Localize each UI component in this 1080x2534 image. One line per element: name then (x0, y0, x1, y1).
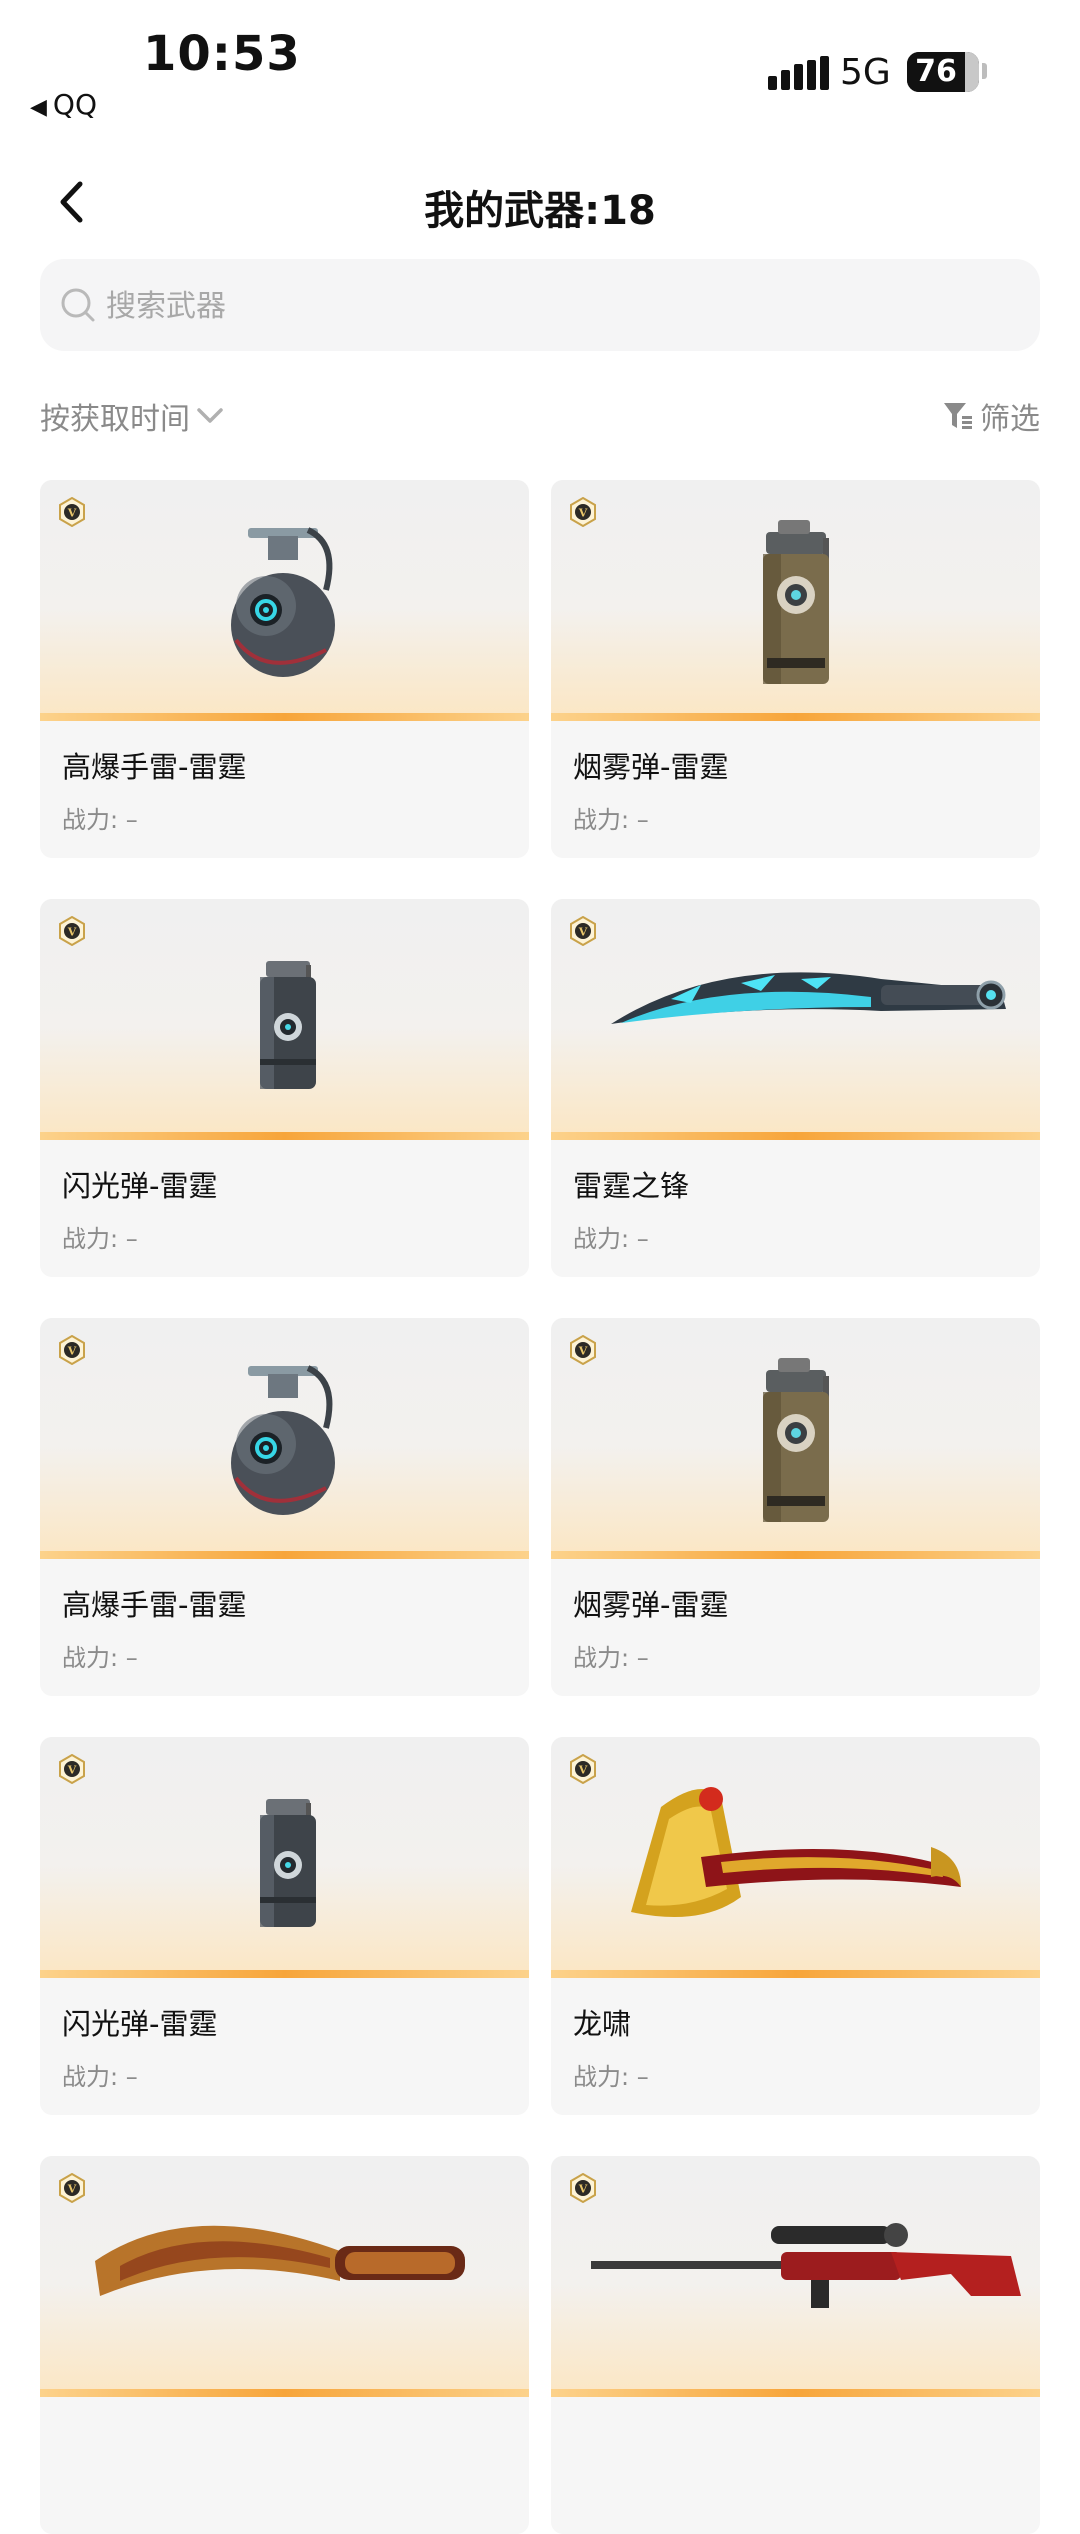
weapon-name: 龙啸 (573, 2007, 632, 2041)
flashbang-icon (260, 961, 316, 1089)
v-badge-icon: V (570, 916, 596, 946)
weapon-card[interactable]: V 龙啸战力: – (551, 1737, 1040, 2115)
svg-text:V: V (578, 507, 588, 520)
search-bar[interactable] (40, 259, 1040, 351)
smoke-grenade-icon (763, 1358, 829, 1522)
rarity-bar (40, 713, 529, 721)
weapon-power: 战力: – (573, 1225, 649, 1253)
svg-text:V: V (67, 926, 77, 939)
weapon-power: 战力: – (573, 2063, 649, 2091)
back-to-app-link[interactable]: ◀ QQ (30, 88, 97, 121)
svg-text:V: V (578, 1345, 588, 1358)
weapon-card[interactable]: V 闪光弹-雷霆战力: – (40, 1737, 529, 2115)
rarity-bar (551, 1970, 1040, 1978)
weapon-image-area: V (551, 1737, 1040, 1970)
weapon-image-area: V (40, 899, 529, 1132)
v-badge-icon: V (59, 1754, 85, 1784)
back-app-label: QQ (52, 88, 97, 121)
weapon-card[interactable]: V 烟雾弹-雷霆战力: – (551, 1318, 1040, 1696)
search-icon (61, 288, 95, 322)
weapon-card[interactable]: V 高爆手雷-雷霆战力: – (40, 1318, 529, 1696)
weapon-image-area: V (551, 899, 1040, 1132)
sort-label: 按获取时间 (40, 402, 190, 437)
weapon-image-area: V (40, 1737, 529, 1970)
weapon-card[interactable]: V 烟雾弹-雷霆战力: – (551, 480, 1040, 858)
svg-text:V: V (578, 2183, 588, 2196)
rarity-bar (40, 1132, 529, 1140)
weapon-card[interactable]: V (40, 2156, 529, 2534)
weapon-name: 高爆手雷-雷霆 (62, 750, 247, 784)
weapon-image-area: V (551, 480, 1040, 713)
weapon-power: 战力: – (62, 1644, 138, 1672)
search-input[interactable] (104, 275, 1008, 337)
rarity-bar (551, 713, 1040, 721)
v-badge-icon: V (59, 2173, 85, 2203)
weapon-card[interactable]: V 高爆手雷-雷霆战力: – (40, 480, 529, 858)
kukri-knife-icon (95, 2225, 465, 2296)
v-badge-icon: V (59, 916, 85, 946)
weapon-name: 闪光弹-雷霆 (62, 2007, 218, 2041)
svg-text:V: V (67, 507, 77, 520)
grenade-icon (231, 527, 335, 677)
weapon-image-area: V (40, 2156, 529, 2389)
v-badge-icon: V (59, 1335, 85, 1365)
weapon-card[interactable]: V (551, 2156, 1040, 2534)
v-badge-icon: V (570, 497, 596, 527)
blade-icon (611, 972, 1006, 1024)
smoke-grenade-icon (763, 520, 829, 684)
grenade-icon (231, 1365, 335, 1515)
rarity-bar (40, 1551, 529, 1559)
weapon-image-area: V (551, 2156, 1040, 2389)
weapon-image-area: V (551, 1318, 1040, 1551)
weapon-name: 烟雾弹-雷霆 (573, 750, 729, 784)
filter-button[interactable]: 筛选 (942, 394, 1040, 438)
sniper-rifle-icon (591, 2223, 1021, 2308)
svg-text:V: V (67, 1764, 77, 1777)
chevron-down-icon (197, 408, 223, 423)
rarity-bar (40, 1970, 529, 1978)
svg-text:V: V (578, 1764, 588, 1777)
filter-icon (944, 403, 972, 429)
weapon-power: 战力: – (62, 1225, 138, 1253)
v-badge-icon: V (570, 2173, 596, 2203)
weapon-power: 战力: – (573, 1644, 649, 1672)
battery-cap (982, 63, 987, 79)
page-title: 我的武器:18 (424, 188, 656, 234)
back-triangle-icon: ◀ (30, 95, 47, 120)
dragon-axe-icon (631, 1787, 961, 1917)
weapon-card[interactable]: V 雷霆之锋战力: – (551, 899, 1040, 1277)
weapon-image-area: V (40, 480, 529, 713)
weapon-power: 战力: – (62, 806, 138, 834)
weapon-image-area: V (40, 1318, 529, 1551)
weapon-card[interactable]: V 闪光弹-雷霆战力: – (40, 899, 529, 1277)
filter-label: 筛选 (980, 402, 1040, 437)
rarity-bar (551, 1132, 1040, 1140)
network-label: 5G (840, 52, 891, 93)
weapon-name: 雷霆之锋 (573, 1169, 690, 1203)
svg-text:V: V (67, 1345, 77, 1358)
rarity-bar (551, 2389, 1040, 2397)
battery-icon: 76 (907, 52, 979, 92)
weapon-name: 高爆手雷-雷霆 (62, 1588, 247, 1622)
sort-dropdown[interactable]: 按获取时间 (40, 394, 224, 438)
weapon-power: 战力: – (62, 2063, 138, 2091)
svg-text:V: V (578, 926, 588, 939)
weapon-name: 烟雾弹-雷霆 (573, 1588, 729, 1622)
svg-text:V: V (67, 2183, 77, 2196)
rarity-bar (40, 2389, 529, 2397)
weapon-name: 闪光弹-雷霆 (62, 1169, 218, 1203)
signal-icon (768, 56, 830, 90)
status-time: 10:53 (143, 26, 301, 82)
v-badge-icon: V (570, 1335, 596, 1365)
v-badge-icon: V (59, 497, 85, 527)
v-badge-icon: V (570, 1754, 596, 1784)
rarity-bar (551, 1551, 1040, 1559)
battery-percent: 76 (915, 54, 957, 89)
weapon-power: 战力: – (573, 806, 649, 834)
flashbang-icon (260, 1799, 316, 1927)
